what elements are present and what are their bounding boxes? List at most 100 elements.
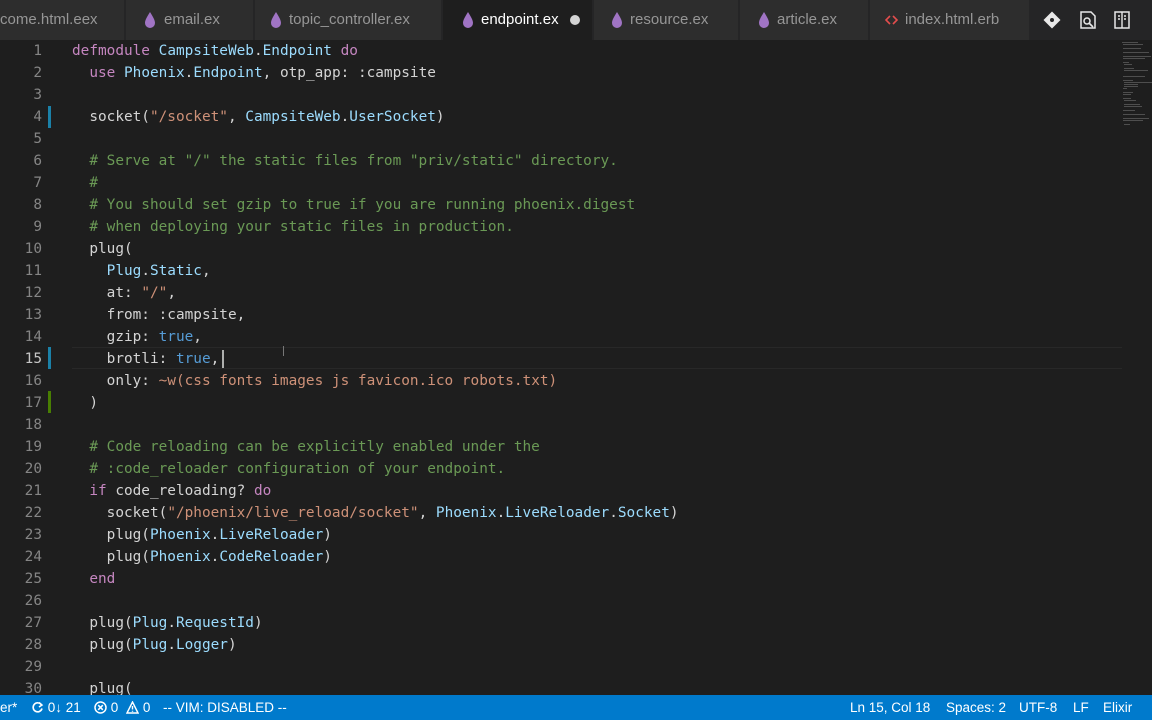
minimap-line — [1124, 70, 1148, 71]
line-number-current: 15 — [24, 351, 42, 367]
code-line[interactable]: # Serve at "/" the static files from "pr… — [72, 150, 618, 172]
minimap-line — [1124, 106, 1142, 107]
line-number: 13 — [24, 307, 42, 323]
file-encoding[interactable]: UTF-8 — [1019, 695, 1057, 720]
minimap-line — [1122, 42, 1138, 43]
minimap-line — [1123, 98, 1131, 99]
line-number: 23 — [24, 527, 42, 543]
elixir-drop-icon — [612, 12, 622, 28]
line-number: 7 — [33, 175, 42, 191]
code-line[interactable]: use Phoenix.Endpoint, otp_app: :campsite — [72, 62, 436, 84]
code-line[interactable]: ) — [72, 392, 98, 414]
warning-count: 0 — [142, 700, 151, 715]
code-line[interactable]: Plug.Static, — [72, 260, 211, 282]
code-line[interactable]: socket("/socket", CampsiteWeb.UserSocket… — [72, 106, 444, 128]
current-line-highlight — [72, 347, 1122, 369]
code-line[interactable]: socket("/phoenix/live_reload/socket", Ph… — [72, 502, 679, 524]
minimap-line — [1123, 76, 1145, 77]
code-editor[interactable]: 1 2 3 4 5 6 7 8 9 10 11 12 13 14 15 16 1… — [0, 40, 1152, 695]
tab-endpoint-ex[interactable]: endpoint.ex — [443, 0, 593, 40]
line-number: 26 — [24, 593, 42, 609]
code-line[interactable]: plug( — [72, 238, 132, 260]
code-line[interactable]: defmodule CampsiteWeb.Endpoint do — [72, 40, 358, 62]
code-line[interactable]: only: ~w(css fonts images js favicon.ico… — [72, 370, 558, 392]
code-line[interactable]: plug(Plug.Logger) — [72, 634, 236, 656]
code-line[interactable]: at: "/", — [72, 282, 176, 304]
code-line[interactable]: plug(Phoenix.CodeReloader) — [72, 546, 332, 568]
elixir-drop-icon — [145, 12, 155, 28]
minimap-line — [1123, 80, 1133, 81]
tab-resource-ex[interactable]: resource.ex — [594, 0, 739, 40]
line-number: 24 — [24, 549, 42, 565]
code-line[interactable]: plug(Phoenix.LiveReloader) — [72, 524, 332, 546]
code-line[interactable]: # :code_reloader configuration of your e… — [72, 458, 505, 480]
gutter-added-marker — [48, 391, 51, 413]
elixir-drop-icon — [271, 12, 281, 28]
minimap-line — [1124, 64, 1132, 65]
line-number: 8 — [33, 197, 42, 213]
gutter-modified-marker — [48, 347, 51, 369]
minimap-line — [1124, 82, 1152, 83]
code-line[interactable]: from: :campsite, — [72, 304, 246, 326]
minimap-line — [1124, 100, 1136, 101]
tab-come-html-eex[interactable]: come.html.eex — [0, 0, 125, 40]
tab-label: endpoint.ex — [481, 11, 559, 28]
tab-email-ex[interactable]: email.ex — [126, 0, 254, 40]
code-line[interactable]: plug(Plug.RequestId) — [72, 612, 262, 634]
minimap-line — [1123, 52, 1149, 53]
line-number: 20 — [24, 461, 42, 477]
line-number: 22 — [24, 505, 42, 521]
unsaved-dot-icon[interactable] — [570, 15, 580, 25]
tab-label: come.html.eex — [0, 11, 98, 28]
tab-topic-controller-ex[interactable]: topic_controller.ex — [255, 0, 442, 40]
line-number: 6 — [33, 153, 42, 169]
code-line[interactable]: # when deploying your static files in pr… — [72, 216, 514, 238]
indentation[interactable]: Spaces: 2 — [946, 695, 1006, 720]
git-compare-icon[interactable] — [1042, 10, 1062, 30]
split-editor-icon[interactable] — [1112, 10, 1132, 30]
line-number: 18 — [24, 417, 42, 433]
line-number: 5 — [33, 131, 42, 147]
error-count: 0 — [110, 700, 119, 715]
minimap-line — [1123, 110, 1135, 111]
minimap-line — [1124, 124, 1130, 125]
status-bar: er* 0↓ 21 0 0 -- VIM: DISABLED -- Ln 15,… — [0, 695, 1152, 720]
text-cursor — [222, 350, 224, 368]
minimap[interactable] — [1118, 40, 1152, 140]
line-number: 25 — [24, 571, 42, 587]
minimap-line — [1123, 94, 1131, 95]
code-line[interactable]: # You should set gzip to true if you are… — [72, 194, 635, 216]
line-number: 10 — [24, 241, 42, 257]
minimap-line — [1123, 56, 1151, 57]
end-of-line[interactable]: LF — [1073, 695, 1089, 720]
line-number: 3 — [33, 87, 42, 103]
line-number: 30 — [24, 681, 42, 695]
code-line-current[interactable]: brotli: true, — [72, 348, 220, 370]
minimap-line — [1124, 104, 1140, 105]
git-sync-status[interactable]: 0↓ 21 — [31, 695, 81, 720]
tab-bar: come.html.eex email.ex topic_controller.… — [0, 0, 1152, 40]
line-number: 2 — [33, 65, 42, 81]
minimap-line — [1123, 118, 1149, 119]
language-mode[interactable]: Elixir — [1103, 695, 1132, 720]
vim-mode[interactable]: -- VIM: DISABLED -- — [163, 695, 287, 720]
code-line[interactable]: plug( — [72, 678, 132, 695]
cursor-position[interactable]: Ln 15, Col 18 — [850, 695, 930, 720]
code-line[interactable]: end — [72, 568, 115, 590]
line-number: 16 — [24, 373, 42, 389]
code-line[interactable]: if code_reloading? do — [72, 480, 271, 502]
tab-index-html-erb[interactable]: index.html.erb — [870, 0, 1030, 40]
tab-article-ex[interactable]: article.ex — [740, 0, 869, 40]
problems-status[interactable]: 0 0 — [94, 695, 150, 720]
line-number: 28 — [24, 637, 42, 653]
code-line[interactable]: # Code reloading can be explicitly enabl… — [72, 436, 540, 458]
open-preview-icon[interactable] — [1078, 10, 1098, 30]
minimap-line — [1124, 84, 1138, 85]
tab-label: email.ex — [164, 11, 220, 28]
minimap-line — [1123, 58, 1145, 59]
line-number: 4 — [33, 109, 42, 125]
code-line[interactable]: gzip: true, — [72, 326, 202, 348]
warning-icon — [126, 700, 140, 714]
code-line[interactable]: # — [72, 172, 98, 194]
git-branch[interactable]: er* — [0, 695, 17, 720]
